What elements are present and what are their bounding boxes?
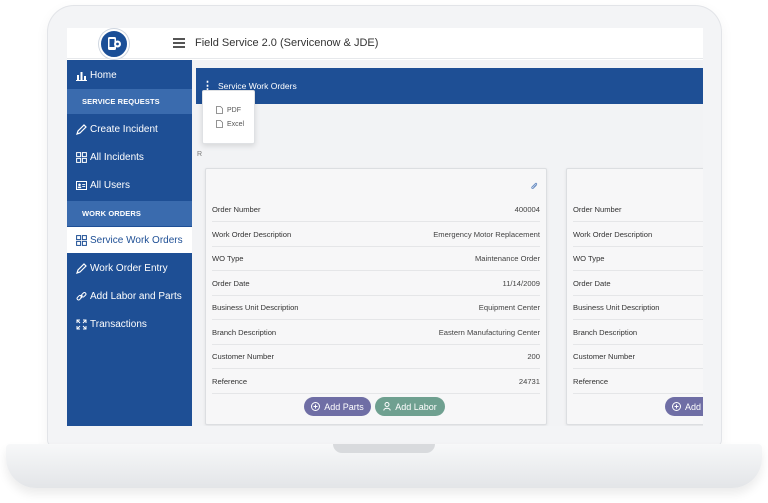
work-order-card: Order Number Work Order Description WO Typ… bbox=[566, 168, 703, 425]
field-value: 11/14/2009 bbox=[502, 278, 540, 288]
partial-label: R bbox=[197, 151, 203, 158]
app-logo[interactable] bbox=[99, 29, 129, 59]
export-excel-option[interactable]: Excel bbox=[203, 117, 254, 131]
page-header: ⋮ Service Work Orders bbox=[196, 68, 703, 104]
sidebar-item-home[interactable]: Home bbox=[67, 62, 192, 88]
field-label: Reference bbox=[573, 376, 609, 386]
card-field-row: Business Unit Description Equipment Cente… bbox=[212, 296, 540, 320]
field-value: 24731 bbox=[518, 376, 540, 386]
sidebar-item-work-order-entry[interactable]: Work Order Entry bbox=[67, 255, 192, 281]
paperclip-icon[interactable] bbox=[530, 181, 538, 190]
field-label: Order Date bbox=[212, 278, 250, 288]
pencil-icon bbox=[76, 262, 87, 274]
plus-circle-icon bbox=[672, 402, 681, 411]
field-value: Eastern Manufacturing Center bbox=[438, 327, 540, 337]
card-field-row: Order Date bbox=[573, 272, 703, 296]
card-field-row: Reference 24731 bbox=[212, 370, 540, 394]
field-value: 200 bbox=[527, 352, 540, 361]
sidebar-item-all-users[interactable]: All Users bbox=[67, 172, 192, 198]
sidebar-item-add-labor-parts[interactable]: Add Labor and Parts bbox=[67, 283, 192, 309]
card-field-row: WO Type Maintenance Order bbox=[212, 247, 540, 271]
card-field-row: Reference bbox=[573, 370, 703, 394]
sidebar-item-label: All Incidents bbox=[90, 151, 144, 163]
phone-gear-icon bbox=[108, 37, 121, 50]
card-field-row: Order Number 400004 bbox=[212, 198, 540, 222]
sidebar-item-label: Create Incident bbox=[90, 123, 158, 135]
field-label: Branch Description bbox=[212, 327, 277, 337]
app-screen: Field Service 2.0 (Servicenow & JDE) Hom… bbox=[67, 28, 703, 426]
plus-circle-icon bbox=[311, 402, 321, 411]
field-value: 400004 bbox=[514, 205, 540, 214]
sidebar-section-work-orders: WORK ORDERS bbox=[67, 201, 192, 226]
top-bar: Field Service 2.0 (Servicenow & JDE) bbox=[67, 28, 703, 59]
export-pdf-option[interactable]: PDF bbox=[203, 103, 254, 117]
card-field-row: Branch Description bbox=[573, 321, 703, 345]
link-icon bbox=[76, 291, 87, 302]
file-icon bbox=[216, 120, 223, 128]
menu-toggle-icon[interactable] bbox=[173, 38, 185, 48]
add-parts-button[interactable]: Add Parts bbox=[304, 397, 371, 416]
card-field-row: Work Order Description bbox=[573, 223, 703, 247]
sidebar-item-label: Transactions bbox=[90, 318, 147, 330]
grid-icon bbox=[76, 151, 87, 163]
field-label: Work Order Description bbox=[573, 229, 653, 239]
button-label: Add bbox=[685, 401, 702, 412]
sidebar-item-all-incidents[interactable]: All Incidents bbox=[67, 144, 192, 170]
field-value: Maintenance Order bbox=[474, 254, 540, 263]
expand-arrows-icon bbox=[76, 319, 87, 330]
field-label: Reference bbox=[212, 376, 248, 386]
sidebar-item-service-work-orders[interactable]: Service Work Orders bbox=[67, 227, 192, 253]
field-label: Business Unit Description bbox=[212, 303, 299, 312]
sidebar-item-label: Service Work Orders bbox=[90, 234, 183, 246]
field-label: Order Date bbox=[573, 278, 611, 288]
user-icon bbox=[383, 402, 391, 411]
sidebar-section-service-requests: SERVICE REQUESTS bbox=[67, 89, 192, 114]
export-option-label: Excel bbox=[227, 120, 245, 128]
export-option-label: PDF bbox=[227, 106, 241, 114]
pencil-icon bbox=[76, 123, 87, 135]
field-label: Work Order Description bbox=[212, 229, 292, 239]
card-field-row: Customer Number bbox=[573, 345, 703, 369]
file-icon bbox=[216, 106, 223, 114]
field-label: WO Type bbox=[212, 254, 244, 263]
sidebar-item-create-incident[interactable]: Create Incident bbox=[67, 116, 192, 142]
card-field-row: Order Number bbox=[573, 198, 703, 222]
sidebar-item-transactions[interactable]: Transactions bbox=[67, 311, 192, 337]
field-label: Branch Description bbox=[573, 327, 638, 337]
card-field-row: Customer Number 200 bbox=[212, 345, 540, 369]
card-field-row: Branch Description Eastern Manufacturing … bbox=[212, 321, 540, 345]
sidebar: Home SERVICE REQUESTS Create Incident Al… bbox=[67, 60, 192, 426]
sidebar-item-label: Work Order Entry bbox=[90, 262, 168, 274]
field-label: Order Number bbox=[573, 205, 622, 214]
field-label: Customer Number bbox=[212, 352, 275, 361]
button-label: Add Parts bbox=[324, 401, 364, 412]
field-label: Business Unit Description bbox=[573, 303, 660, 312]
add-parts-button[interactable]: Add bbox=[665, 397, 703, 416]
bar-chart-icon bbox=[76, 70, 87, 81]
app-title: Field Service 2.0 (Servicenow & JDE) bbox=[195, 37, 379, 49]
button-label: Add Labor bbox=[395, 401, 437, 412]
main-content: ⋮ Service Work Orders PDF Excel R Order … bbox=[192, 60, 703, 426]
export-menu: PDF Excel bbox=[202, 90, 255, 144]
work-order-card: Order Number 400004 Work Order Description… bbox=[205, 168, 547, 425]
field-value: Emergency Motor Replacement bbox=[433, 229, 540, 239]
sidebar-item-label: Home bbox=[90, 69, 117, 81]
grid-icon bbox=[76, 234, 87, 246]
card-field-row: Work Order Description Emergency Motor Re… bbox=[212, 223, 540, 247]
field-label: WO Type bbox=[573, 254, 605, 263]
sidebar-item-label: Add Labor and Parts bbox=[90, 290, 182, 302]
field-label: Customer Number bbox=[573, 352, 636, 361]
card-field-row: Business Unit Description bbox=[573, 296, 703, 320]
field-label: Order Number bbox=[212, 205, 261, 214]
id-card-icon bbox=[76, 180, 87, 191]
sidebar-item-label: All Users bbox=[90, 179, 131, 191]
add-labor-button[interactable]: Add Labor bbox=[375, 397, 445, 416]
laptop-notch bbox=[333, 444, 435, 453]
card-field-row: Order Date 11/14/2009 bbox=[212, 272, 540, 296]
field-value: Equipment Center bbox=[478, 303, 540, 312]
card-field-row: WO Type bbox=[573, 247, 703, 271]
